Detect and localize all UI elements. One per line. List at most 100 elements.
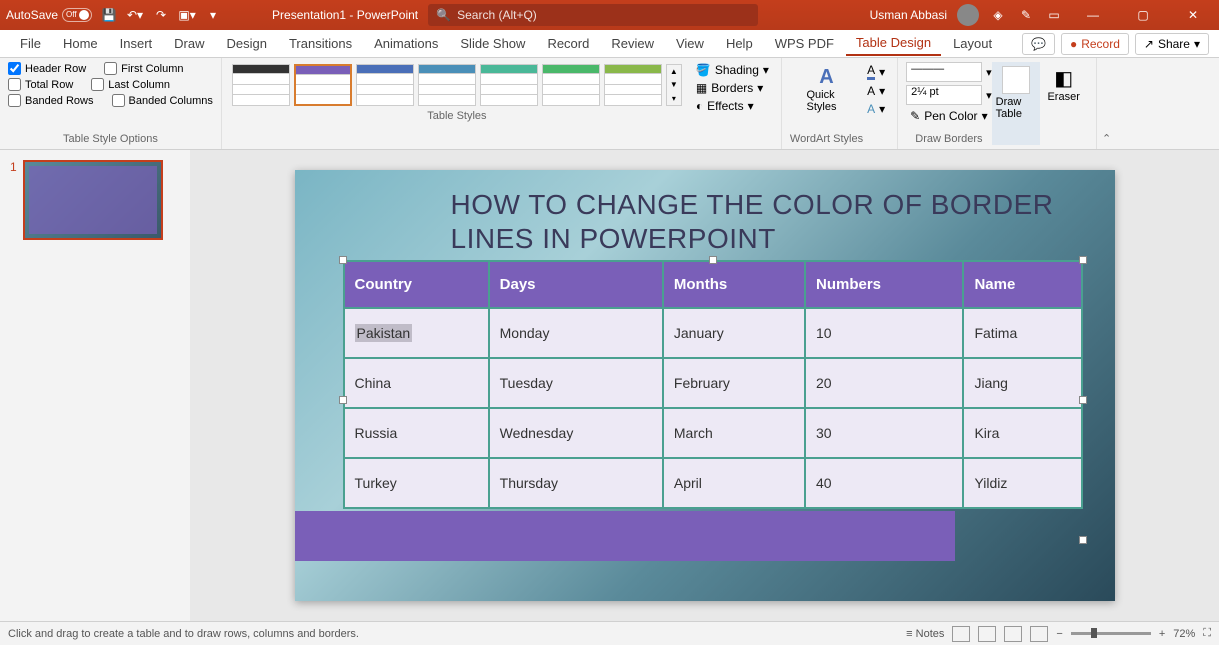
eraser-button[interactable]: ◧ Eraser (1040, 62, 1088, 145)
style-thumb-4[interactable] (418, 64, 476, 106)
cell-r1c2[interactable]: Monday (489, 308, 663, 358)
tab-slideshow[interactable]: Slide Show (450, 32, 535, 55)
close-button[interactable]: ✕ (1173, 1, 1213, 29)
header-name[interactable]: Name (963, 261, 1081, 308)
slide-table[interactable]: Country Days Months Numbers Name Pakista… (343, 260, 1083, 509)
checkbox-first-column[interactable]: First Column (104, 62, 183, 75)
effects-button[interactable]: ◐Effects ▾ (692, 98, 773, 114)
header-days[interactable]: Days (489, 261, 663, 308)
cell-r1c4[interactable]: 10 (805, 308, 963, 358)
autosave-toggle[interactable]: AutoSave Off (6, 8, 92, 22)
cell-r2c4[interactable]: 20 (805, 358, 963, 408)
cell-r4c3[interactable]: April (663, 458, 805, 508)
slide-title[interactable]: HOW TO CHANGE THE COLOR OF BORDER LINES … (451, 188, 1085, 255)
view-normal-button[interactable] (952, 626, 970, 642)
tab-wpspdf[interactable]: WPS PDF (765, 32, 844, 55)
cell-r1c5[interactable]: Fatima (963, 308, 1081, 358)
record-button[interactable]: ● Record (1061, 33, 1129, 55)
view-slideshow-button[interactable] (1030, 626, 1048, 642)
tab-view[interactable]: View (666, 32, 714, 55)
tab-layout[interactable]: Layout (943, 32, 1002, 55)
cell-r3c3[interactable]: March (663, 408, 805, 458)
cell-r2c1[interactable]: China (344, 358, 489, 408)
style-thumb-1[interactable] (232, 64, 290, 106)
cell-r4c2[interactable]: Thursday (489, 458, 663, 508)
customize-qat-icon[interactable]: ▾ (204, 6, 222, 24)
checkbox-banded-rows[interactable]: Banded Rows (8, 94, 94, 107)
canvas-area[interactable]: HOW TO CHANGE THE COLOR OF BORDER LINES … (190, 150, 1219, 621)
cell-r1c1[interactable]: Pakistan (344, 308, 489, 358)
selection-handle-tr[interactable] (1079, 256, 1087, 264)
header-months[interactable]: Months (663, 261, 805, 308)
zoom-out-button[interactable]: − (1056, 628, 1062, 640)
ribbon-display-icon[interactable]: ▭ (1045, 6, 1063, 24)
tab-tabledesign[interactable]: Table Design (846, 31, 941, 56)
tab-design[interactable]: Design (217, 32, 277, 55)
tab-help[interactable]: Help (716, 32, 763, 55)
style-thumb-7[interactable] (604, 64, 662, 106)
selection-handle-tl[interactable] (339, 256, 347, 264)
comments-button[interactable]: 💬 (1022, 33, 1055, 55)
cell-r3c5[interactable]: Kira (963, 408, 1081, 458)
cell-r3c2[interactable]: Wednesday (489, 408, 663, 458)
toggle-switch[interactable]: Off (62, 8, 92, 22)
tab-transitions[interactable]: Transitions (279, 32, 362, 55)
style-thumb-3[interactable] (356, 64, 414, 106)
maximize-button[interactable]: ▢ (1123, 1, 1163, 29)
cell-r2c5[interactable]: Jiang (963, 358, 1081, 408)
cell-r3c1[interactable]: Russia (344, 408, 489, 458)
tab-review[interactable]: Review (601, 32, 664, 55)
text-outline-button[interactable]: A ▾ (863, 83, 889, 99)
pen-weight-select[interactable]: 2¼ pt (906, 85, 982, 105)
tab-home[interactable]: Home (53, 32, 108, 55)
zoom-slider[interactable] (1071, 632, 1151, 635)
selection-handle-mr[interactable] (1079, 396, 1087, 404)
redo-icon[interactable]: ↷ (152, 6, 170, 24)
ribbon-collapse-button[interactable]: ⌃ (1097, 58, 1117, 149)
text-fill-button[interactable]: A ▾ (863, 62, 889, 81)
zoom-thumb[interactable] (1091, 628, 1097, 638)
slide-canvas[interactable]: HOW TO CHANGE THE COLOR OF BORDER LINES … (295, 170, 1115, 601)
slide-thumb-wrap[interactable]: 1 (10, 160, 180, 240)
cell-r4c5[interactable]: Yildiz (963, 458, 1081, 508)
tab-insert[interactable]: Insert (110, 32, 163, 55)
cell-r3c4[interactable]: 30 (805, 408, 963, 458)
fit-button[interactable]: ⛶ (1203, 627, 1211, 640)
zoom-in-button[interactable]: + (1159, 628, 1165, 640)
checkbox-banded-columns[interactable]: Banded Columns (112, 94, 213, 107)
tab-draw[interactable]: Draw (164, 32, 214, 55)
shading-button[interactable]: 🪣Shading ▾ (692, 62, 773, 78)
quick-styles-button[interactable]: A Quick Styles (803, 62, 851, 117)
tab-record[interactable]: Record (537, 32, 599, 55)
borders-button[interactable]: ▦Borders ▾ (692, 80, 773, 96)
text-effects-button[interactable]: A ▾ (863, 101, 889, 117)
selection-handle-tc[interactable] (709, 256, 717, 264)
slide-thumbnail-1[interactable] (23, 160, 163, 240)
cell-r2c3[interactable]: February (663, 358, 805, 408)
pen-color-button[interactable]: ✎Pen Color ▾ (906, 108, 992, 124)
diamond-icon[interactable]: ◈ (989, 6, 1007, 24)
pen-icon[interactable]: ✎ (1017, 6, 1035, 24)
cell-r1c3[interactable]: January (663, 308, 805, 358)
zoom-level[interactable]: 72% (1173, 628, 1195, 640)
checkbox-total-row[interactable]: Total Row (8, 78, 73, 91)
view-sorter-button[interactable] (978, 626, 996, 642)
header-country[interactable]: Country (344, 261, 489, 308)
style-thumb-2[interactable] (294, 64, 352, 106)
view-reading-button[interactable] (1004, 626, 1022, 642)
selection-handle-ml[interactable] (339, 396, 347, 404)
present-icon[interactable]: ▣▾ (178, 6, 196, 24)
share-button[interactable]: ↗ Share ▾ (1135, 33, 1209, 55)
header-numbers[interactable]: Numbers (805, 261, 963, 308)
cell-r4c1[interactable]: Turkey (344, 458, 489, 508)
selection-handle-br[interactable] (1079, 536, 1087, 544)
notes-button[interactable]: ≡ Notes (906, 628, 944, 640)
search-box[interactable]: 🔍 Search (Alt+Q) (428, 4, 758, 26)
pen-style-select[interactable]: ——— (906, 62, 982, 82)
draw-table-button[interactable]: Draw Table (992, 62, 1040, 145)
save-icon[interactable]: 💾 (100, 6, 118, 24)
minimize-button[interactable]: — (1073, 1, 1113, 29)
gallery-scroll[interactable]: ▲▼▾ (666, 64, 682, 106)
user-avatar[interactable] (957, 4, 979, 26)
tab-animations[interactable]: Animations (364, 32, 448, 55)
